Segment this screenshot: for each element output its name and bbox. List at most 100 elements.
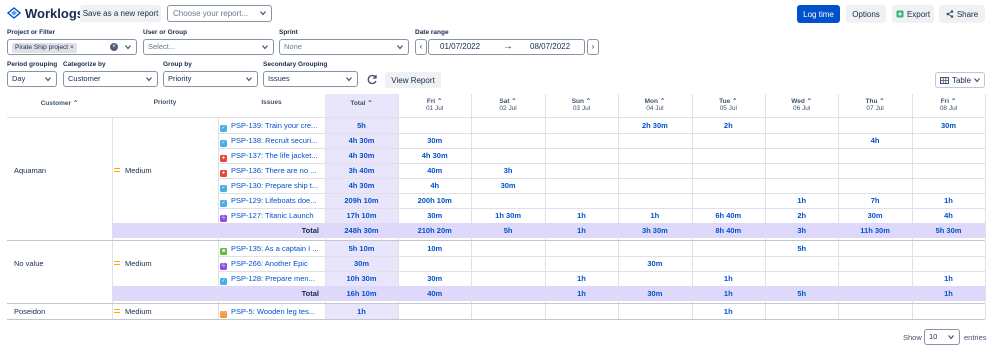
priority-medium-icon — [114, 261, 120, 265]
issue-link[interactable]: ✓ PSP-138: Recruit securi... — [220, 133, 325, 148]
day-value[interactable]: 200h 10m — [398, 193, 471, 208]
header-issues[interactable]: Issues — [218, 99, 325, 106]
header-customer[interactable]: Customer ⌃ — [7, 99, 112, 107]
day-value[interactable]: 2h — [765, 208, 838, 223]
report-select[interactable]: Choose your report... — [167, 5, 272, 22]
day-value[interactable]: 4h 30m — [398, 148, 471, 163]
day-value[interactable]: 30m — [471, 178, 544, 193]
day-value[interactable]: 6h 40m — [692, 208, 765, 223]
day-value[interactable]: 1h — [765, 193, 838, 208]
options-button[interactable]: Options — [846, 5, 886, 23]
header-day-name: Tue ⌃ — [719, 98, 738, 105]
date-range-field[interactable]: 01/07/2022 → 08/07/2022 — [428, 39, 585, 55]
day-value[interactable]: 30m — [618, 256, 691, 271]
issue-link[interactable]: ✓ PSP-139: Train your cre... — [220, 118, 325, 133]
day-value[interactable]: 30m — [398, 208, 471, 223]
day-value[interactable]: 4h — [912, 208, 985, 223]
issue-link[interactable]: ϟ PSP-266: Another Epic — [220, 256, 325, 271]
day-value[interactable]: 1h 30m — [471, 208, 544, 223]
day-value[interactable]: 4h — [838, 133, 911, 148]
project-filter-label: Project or Filter — [7, 29, 56, 36]
row-total: 30m — [353, 259, 369, 268]
day-value[interactable]: 1h — [692, 304, 765, 319]
day-value[interactable]: 40m — [398, 163, 471, 178]
total-row-label: Total — [301, 289, 319, 298]
view-report-button[interactable]: View Report — [385, 72, 441, 88]
issue-summary: PSP-138: Recruit securi... — [231, 136, 318, 145]
day-column-divider — [911, 94, 913, 117]
entries-per-page-select[interactable]: 10 — [924, 329, 960, 345]
day-total: 210h 20m — [417, 226, 452, 235]
issue-link[interactable]: ■ PSP-135: As a captain I ... — [220, 241, 325, 256]
log-time-button[interactable]: Log time — [797, 5, 840, 23]
day-value[interactable]: 30m — [912, 118, 985, 133]
view-mode-table-button[interactable]: Table — [935, 72, 985, 88]
day-column-divider — [911, 304, 913, 319]
header-day-1[interactable]: Sat ⌃ 02 Jul — [471, 97, 544, 112]
issue-link[interactable]: ▢ PSP-5: Wooden leg tes... — [220, 304, 325, 319]
secondary-grouping-select[interactable]: Issues — [263, 71, 358, 87]
day-total: 1h — [944, 289, 953, 298]
day-value[interactable]: 10m — [398, 241, 471, 256]
day-value[interactable]: 1h — [545, 208, 618, 223]
share-icon — [946, 10, 954, 18]
day-value[interactable]: 5h — [765, 241, 838, 256]
user-group-select[interactable]: Select... — [143, 39, 274, 55]
user-group-label: User or Group — [143, 29, 188, 36]
day-value[interactable]: 30m — [398, 271, 471, 286]
date-from[interactable]: 01/07/2022 — [440, 40, 480, 54]
day-value[interactable]: 1h — [545, 271, 618, 286]
day-value[interactable]: 1h — [618, 208, 691, 223]
issue-summary: PSP-5: Wooden leg tes... — [231, 307, 316, 316]
issue-link[interactable]: ✓ PSP-128: Prepare men... — [220, 271, 325, 286]
day-value[interactable]: 2h — [692, 118, 765, 133]
day-value[interactable]: 30m — [398, 133, 471, 148]
categorize-by-select[interactable]: Customer — [63, 71, 158, 87]
issue-summary: PSP-137: The life jacket... — [231, 151, 318, 160]
day-value[interactable]: 1h — [692, 271, 765, 286]
export-button[interactable]: Export — [892, 5, 934, 23]
day-value[interactable]: 3h — [471, 163, 544, 178]
day-column-divider — [765, 94, 766, 117]
day-value[interactable]: 4h — [398, 178, 471, 193]
header-day-0[interactable]: Fri ⌃ 01 Jul — [398, 97, 471, 112]
sprint-select[interactable]: None — [279, 39, 409, 55]
day-column-divider — [911, 118, 913, 240]
day-column-divider — [985, 118, 987, 240]
day-value[interactable]: 1h — [912, 271, 985, 286]
clear-icon[interactable]: × — [110, 43, 118, 51]
project-filter-field[interactable]: Pirate Ship project × × — [7, 39, 137, 55]
period-grouping-select[interactable]: Day — [7, 71, 57, 87]
header-day-4[interactable]: Tue ⌃ 05 Jul — [692, 97, 765, 112]
header-day-6[interactable]: Thu ⌃ 07 Jul — [838, 97, 911, 112]
day-column-divider — [398, 241, 399, 303]
header-day-2[interactable]: Sun ⌃ 03 Jul — [545, 97, 618, 112]
header-day-3[interactable]: Mon ⌃ 04 Jul — [618, 97, 691, 112]
issue-link[interactable]: ✓ PSP-130: Prepare ship t... — [220, 178, 325, 193]
issue-link[interactable]: ✓ PSP-129: Lifeboats doe... — [220, 193, 325, 208]
header-total[interactable]: Total ⌃ — [325, 99, 398, 107]
header-priority[interactable]: Priority — [112, 99, 218, 106]
group-by-select[interactable]: Priority — [163, 71, 258, 87]
header-day-5[interactable]: Wed ⌃ 06 Jul — [765, 97, 838, 112]
day-value[interactable]: 7h — [838, 193, 911, 208]
project-tag[interactable]: Pirate Ship project × — [12, 43, 77, 53]
header-day-7[interactable]: Fri ⌃ 08 Jul — [912, 97, 985, 112]
row-total: 4h 30m — [348, 136, 375, 145]
day-value[interactable]: 30m — [838, 208, 911, 223]
sprint-value: None — [284, 42, 302, 51]
project-tag-remove-icon[interactable]: × — [70, 44, 74, 51]
issue-link[interactable]: ϟ PSP-127: Titanic Launch — [220, 208, 325, 223]
share-button[interactable]: Share — [939, 5, 985, 23]
header-day-date: 01 Jul — [426, 105, 444, 112]
issue-link[interactable]: ● PSP-137: The life jacket... — [220, 148, 325, 163]
save-as-new-report-button[interactable]: Save as a new report — [80, 5, 161, 22]
task-issue-type-icon: ✓ — [220, 200, 227, 207]
date-prev-button[interactable]: ‹ — [415, 39, 427, 55]
refresh-icon[interactable] — [367, 74, 378, 85]
day-value[interactable]: 1h — [912, 193, 985, 208]
date-to[interactable]: 08/07/2022 — [530, 40, 570, 54]
issue-link[interactable]: ● PSP-136: There are no ... — [220, 163, 325, 178]
day-value[interactable]: 2h 30m — [618, 118, 691, 133]
date-next-button[interactable]: › — [587, 39, 599, 55]
